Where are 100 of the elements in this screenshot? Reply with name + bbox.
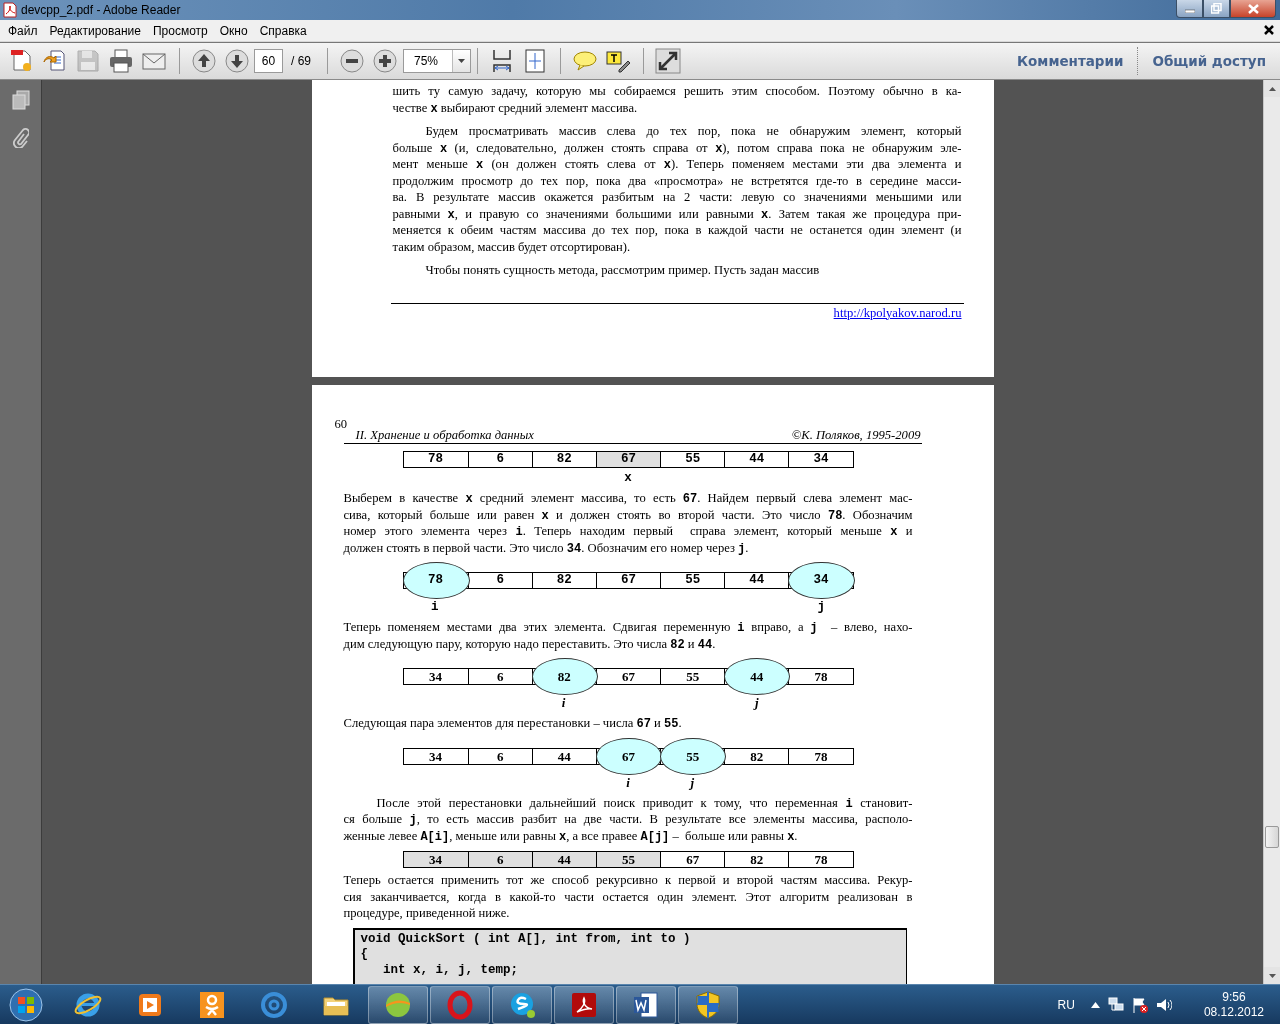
cell-value: 78 <box>428 573 444 588</box>
save-icon <box>75 48 101 74</box>
cell-value: 6 <box>496 852 504 867</box>
menu-item[interactable]: Редактирование <box>44 21 146 40</box>
minus-icon <box>339 48 365 74</box>
scroll-up-button[interactable] <box>1264 80 1280 97</box>
cell-value: 67 <box>621 573 636 588</box>
shield-icon <box>693 989 723 1020</box>
close-icon <box>1247 3 1259 14</box>
cell-value: 55 <box>686 748 700 764</box>
print-button[interactable] <box>107 47 135 75</box>
cell-value: 34 <box>813 573 829 588</box>
cell-value: 78 <box>814 852 828 867</box>
cell-value: 67 <box>686 852 700 867</box>
ring-icon <box>259 989 289 1020</box>
four-pane-icon <box>9 987 43 1022</box>
next-page-button[interactable] <box>223 47 251 75</box>
down-arrow-icon <box>1268 973 1276 978</box>
previous-page-button[interactable] <box>190 47 218 75</box>
index-label: j <box>755 695 759 711</box>
scroll-down-button[interactable] <box>1264 967 1280 984</box>
cell-value: 6 <box>496 452 504 467</box>
person-icon <box>197 989 227 1020</box>
triangle-up-icon <box>1090 1001 1100 1008</box>
copyright-text: ©К. Поляков, 1995-2009 <box>791 427 921 443</box>
cell-value: 6 <box>496 748 504 764</box>
menu-item[interactable]: Справка <box>254 21 312 40</box>
paragraph: Чтобы понять сущность метода, рассмотрим пример. Пусть задан массив <box>424 262 821 279</box>
pane-button[interactable]: Комментарии <box>1003 53 1138 69</box>
caret-icon <box>458 59 465 63</box>
paragraph: Следующая пара элементов для перестановки – числа 67 и 55. <box>343 715 683 732</box>
menu-item[interactable]: Просмотр <box>147 21 213 40</box>
action-center-button[interactable] <box>1131 996 1148 1013</box>
clock-date: 08.12.2012 <box>1203 1004 1264 1020</box>
close-button[interactable] <box>1230 0 1276 18</box>
cell-value: 67 <box>622 669 635 684</box>
up-arrow-icon <box>1268 86 1276 91</box>
page-count: / 69 <box>291 54 311 68</box>
close-document-button[interactable] <box>1264 24 1276 37</box>
cell-value: 44 <box>749 573 765 588</box>
cell-value: 82 <box>557 669 571 684</box>
code-line: { <box>360 947 369 963</box>
cell-value: 82 <box>750 748 764 764</box>
pages-icon <box>11 90 30 110</box>
cell-value: 78 <box>814 669 828 684</box>
pdf-file-icon <box>3 2 17 18</box>
cell-value: 34 <box>429 669 443 684</box>
minimize-button[interactable] <box>1176 0 1203 18</box>
cell-value: 44 <box>749 452 765 467</box>
taskbar-button[interactable] <box>492 985 552 1024</box>
paragraph: Теперь остается применить тот же способ рекурсивно к первой и второй частям массива. Рекур- сия заканчивается, когда в какой-то части остается один элемент. Этот алгоритм реализован в процедуре, приведенной ниже. <box>343 872 913 922</box>
index-label: j <box>690 774 695 791</box>
cell-value: 55 <box>685 573 701 588</box>
paragraph: шить ту самую задачу, которую мы собираемся решить этим способом. Поэтому обычно в ка- честве x выбирают средний элемент массива. <box>392 83 962 116</box>
zoom-field[interactable]: 75% <box>403 49 471 73</box>
taskbar-button[interactable] <box>616 985 676 1024</box>
cell-value: 44 <box>557 852 571 867</box>
page-number: 60 <box>334 417 349 431</box>
paperclip-icon <box>12 128 29 148</box>
cell-value: 55 <box>622 852 635 867</box>
link[interactable]: http://kpolyakov.narod.ru <box>833 305 962 320</box>
zoom-out-button[interactable] <box>338 47 366 75</box>
zoom-in-button[interactable] <box>371 47 399 75</box>
paragraph: После этой перестановки дальнейший поиск приводит к тому, что переменная i становит- ся больше j, то есть массив разбит на две части. В результате все элементы массива, располо- женные левее A[i], меньше или равны x, а все правее A[j] – больше или равны x. <box>343 794 913 844</box>
restore-button[interactable] <box>1203 0 1230 18</box>
cell-value: 82 <box>556 452 572 467</box>
menu-item[interactable]: Окно <box>214 21 253 40</box>
cell-value: 34 <box>429 852 443 867</box>
full-screen-button[interactable] <box>654 47 682 75</box>
running-header: II. Хранение и обработка данных <box>355 427 534 443</box>
index-label: i <box>626 774 630 791</box>
cell-value: 44 <box>750 669 764 684</box>
scrollbar[interactable] <box>1263 80 1280 984</box>
index-label: x <box>624 470 632 486</box>
cell-value: 44 <box>557 748 571 764</box>
index-label: i <box>430 599 439 615</box>
show-hidden-icons-button[interactable] <box>1090 1001 1100 1008</box>
paragraph: Выберем в качестве x средний элемент массива, то есть 67. Найдем первый слева элемент мас- сива, который больше или равен x и должен стоять во второй части. Это число 78. Обозначим номер этого элемента через i. Теперь находим первый справа элемент, который меньше x и должен стоять в первой части. Это число 34. Обозначим его номер через j. <box>343 490 913 556</box>
cell-value: 55 <box>685 452 701 467</box>
cell-value: 78 <box>814 748 828 764</box>
cell-value: 67 <box>622 748 635 764</box>
scroll-thumb[interactable] <box>1265 826 1279 848</box>
cell-value: 78 <box>428 452 444 467</box>
cell-value: 34 <box>813 452 829 467</box>
network-button[interactable] <box>1107 996 1124 1013</box>
taskbar-button[interactable] <box>678 985 738 1024</box>
clock[interactable]: 9:56 08.12.2012 <box>1203 989 1264 1020</box>
paragraph: Будем просматривать массив слева до тех пор, пока не обнаружим элемент, который больше x (и, следовательно, должен стоять справа от x), потом справа пока не обнаружим эле- мент меньше x (он должен стоять слева от x). Теперь поменяем местами эти два элемента и продолжим просмотр до тех пор, пока два «просмотра» не встретятся где-то в середине масси- ва. В результате массив окажется разбитым на 2 части: левую со значениями меньшими или равными x, и правую со значениями большими или равными x. Затем такая же процедура при- меняется к обеим частям массива до тех пор, пока в каждой части не останется один элемент (и таким образом, массив будет отсортирован). <box>392 123 962 255</box>
pane-button[interactable]: Общий доступ <box>1138 53 1280 69</box>
page-number-field[interactable]: 60 <box>254 49 283 73</box>
cell-value: 82 <box>750 852 764 867</box>
plus-icon <box>372 48 398 74</box>
menu-item[interactable]: Файл <box>3 21 43 40</box>
close-icon <box>1264 24 1274 35</box>
volume-button[interactable] <box>1155 996 1172 1013</box>
zoom-dropdown-button[interactable] <box>452 50 470 72</box>
code-line: void QuickSort ( int A[], int from, int to ) <box>360 931 692 947</box>
language-indicator[interactable]: RU <box>1057 997 1075 1012</box>
window-title: devcpp_2.pdf - Adobe Reader <box>21 3 182 17</box>
index-label: i <box>561 695 566 711</box>
